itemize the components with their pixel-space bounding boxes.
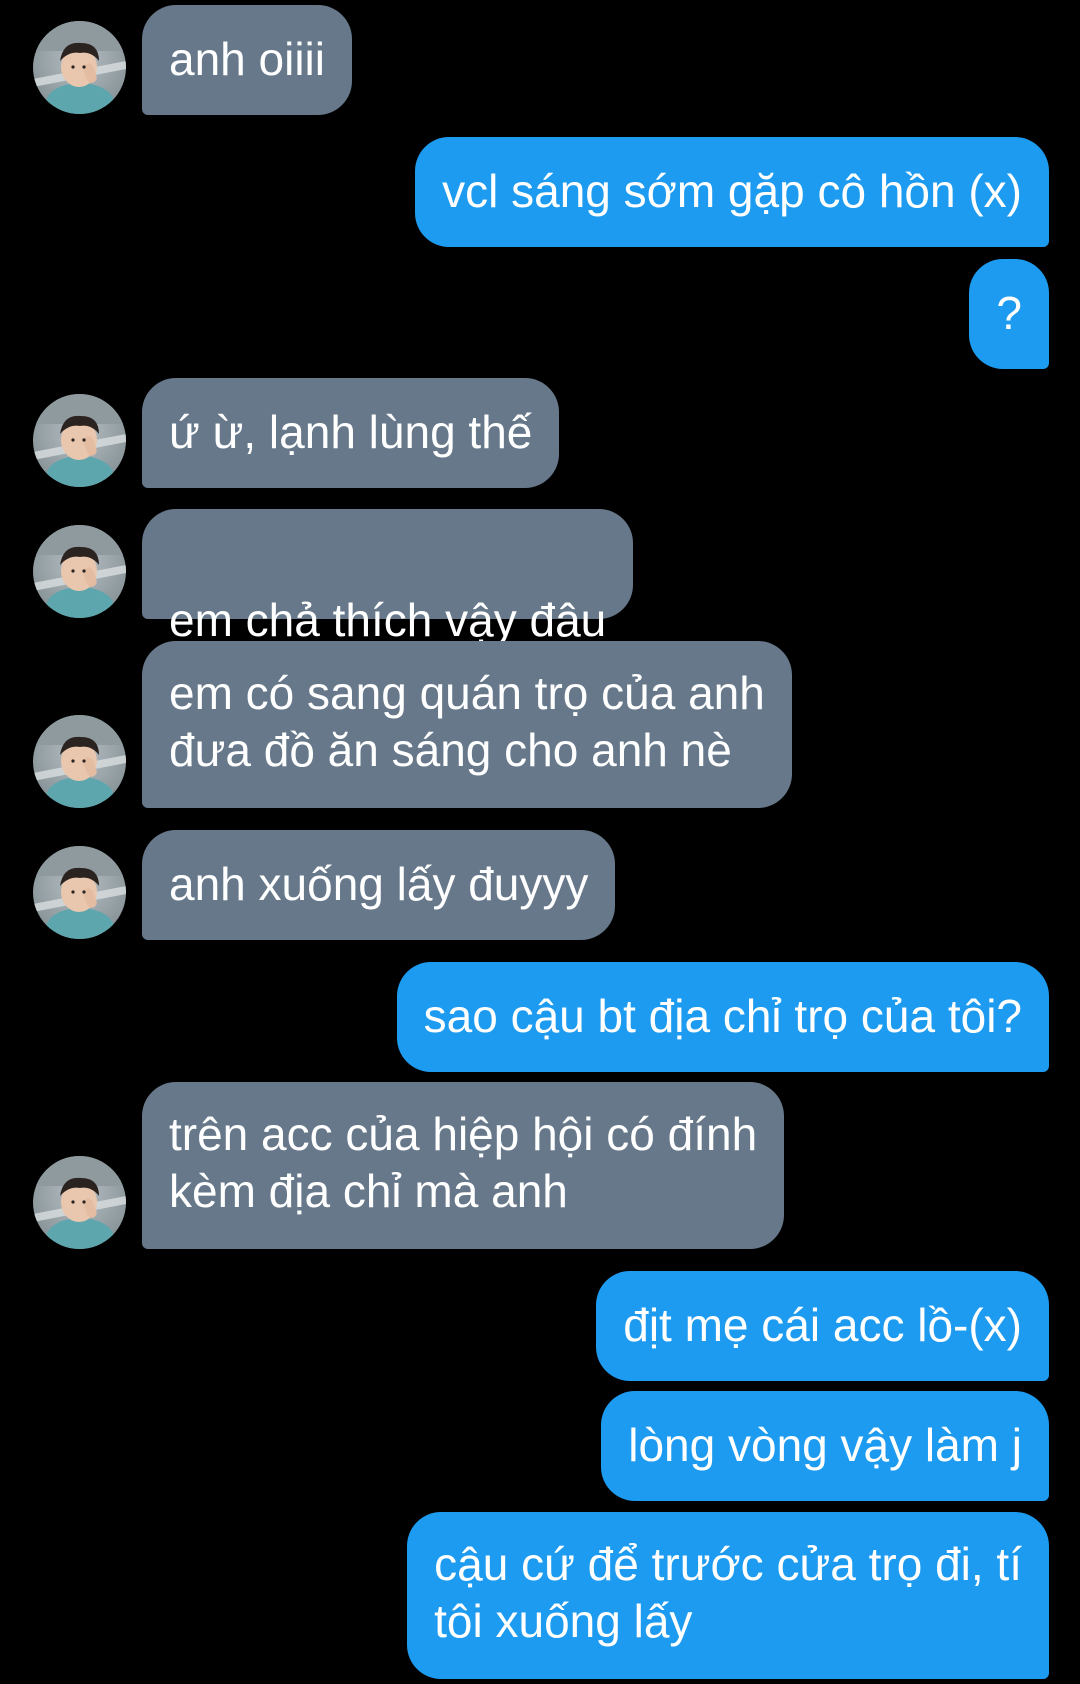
message-bubble[interactable]: ứ ừ, lạnh lùng thế — [142, 378, 560, 488]
message-bubble[interactable]: anh xuống lấy đuyyy — [142, 830, 616, 940]
message-bubble[interactable]: ? — [969, 259, 1049, 369]
message-bubble[interactable]: em có sang quán trọ của anh đưa đồ ăn sá… — [142, 641, 792, 808]
message-text: em chả thích vậy đâu — [169, 594, 607, 646]
message-bubble[interactable]: địt mẹ cái acc lồ-(x) — [596, 1271, 1049, 1381]
avatar[interactable] — [33, 846, 126, 939]
message-bubble[interactable]: anh oiiii — [142, 5, 352, 115]
avatar[interactable] — [33, 1156, 126, 1249]
avatar[interactable] — [33, 715, 126, 808]
message-bubble[interactable]: cậu cứ để trước cửa trọ đi, tí tôi xuống… — [407, 1512, 1049, 1679]
message-bubble[interactable]: lòng vòng vậy làm j — [601, 1391, 1049, 1501]
message-bubble[interactable]: sao cậu bt địa chỉ trọ của tôi? — [396, 962, 1049, 1072]
message-bubble[interactable]: vcl sáng sớm gặp cô hồn (x) — [415, 137, 1049, 247]
message-bubble[interactable]: trên acc của hiệp hội có đính kèm địa ch… — [142, 1082, 785, 1249]
avatar[interactable] — [33, 21, 126, 114]
avatar[interactable] — [33, 525, 126, 618]
message-bubble[interactable]: em chả thích vậy đâu — [142, 509, 634, 753]
avatar[interactable] — [33, 394, 126, 487]
